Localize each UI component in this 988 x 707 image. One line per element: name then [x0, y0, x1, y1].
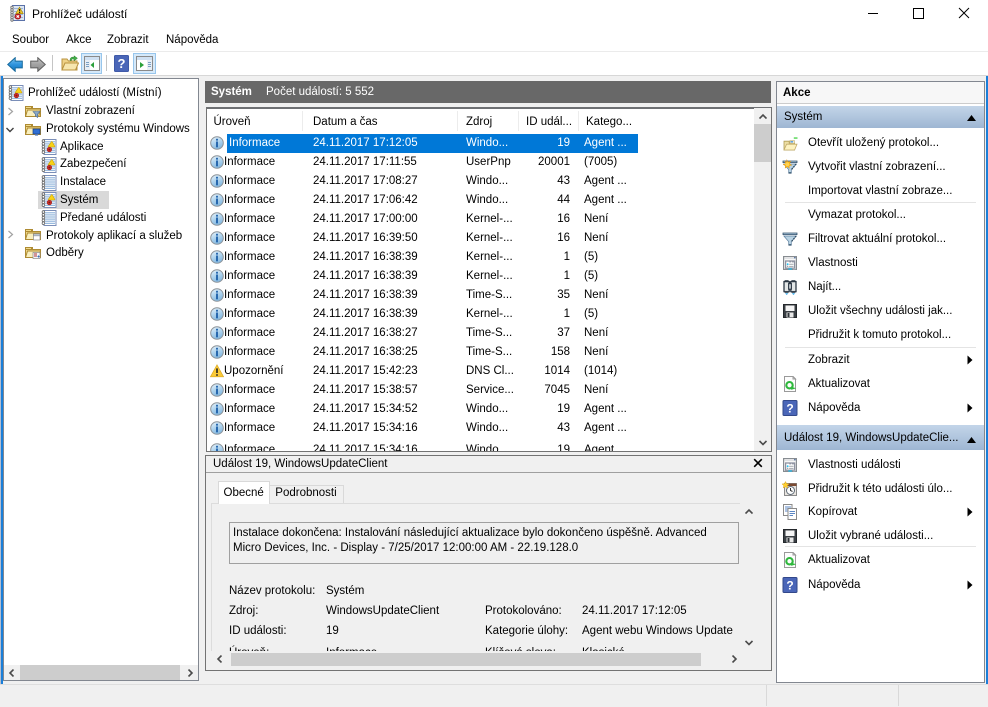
svg-text:?: ?: [118, 56, 126, 71]
